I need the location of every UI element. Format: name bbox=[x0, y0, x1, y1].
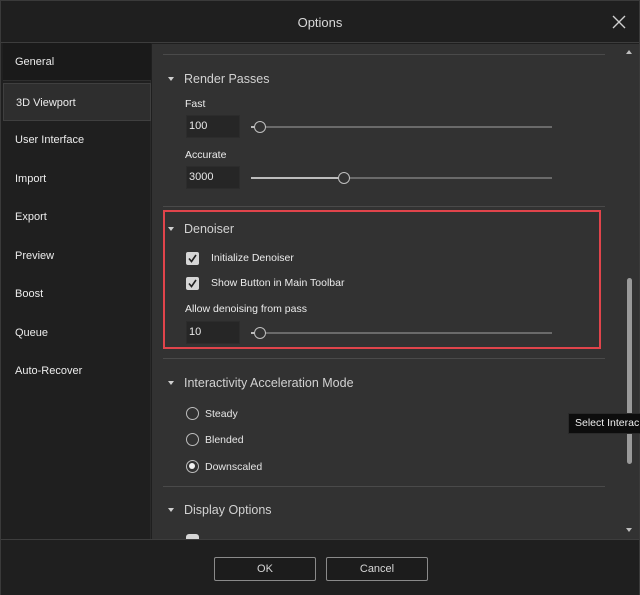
slider-track bbox=[251, 126, 552, 128]
sidebar-item-boost[interactable]: Boost bbox=[3, 275, 151, 313]
section-title: Render Passes bbox=[184, 72, 270, 86]
section-title: Display Options bbox=[184, 503, 272, 517]
sidebar-item-import[interactable]: Import bbox=[3, 160, 151, 198]
radio-steady[interactable] bbox=[186, 407, 199, 420]
denoise-from-pass-input[interactable]: 10 bbox=[186, 321, 240, 344]
accurate-label: Accurate bbox=[185, 149, 227, 161]
slider-thumb[interactable] bbox=[338, 172, 350, 184]
fast-label: Fast bbox=[185, 98, 206, 110]
sidebar: General 3D Viewport User Interface Impor… bbox=[1, 43, 151, 539]
radio-blended-label[interactable]: Blended bbox=[205, 434, 244, 446]
title-bar: Options bbox=[1, 1, 639, 43]
slider-fill bbox=[251, 177, 344, 179]
slider-thumb[interactable] bbox=[254, 327, 266, 339]
options-dialog: Options General 3D Viewport User Interfa… bbox=[0, 0, 640, 595]
collapse-triangle-icon bbox=[168, 227, 174, 231]
checkmark-icon bbox=[188, 254, 197, 263]
sidebar-item-queue[interactable]: Queue bbox=[3, 314, 151, 352]
show-button-toolbar-label[interactable]: Show Button in Main Toolbar bbox=[211, 277, 344, 289]
scrollbar-thumb[interactable] bbox=[627, 278, 632, 464]
show-button-toolbar-checkbox[interactable] bbox=[186, 277, 199, 290]
collapse-triangle-icon bbox=[168, 508, 174, 512]
section-interactivity-mode[interactable]: Interactivity Acceleration Mode bbox=[168, 374, 354, 392]
accurate-passes-slider[interactable] bbox=[251, 172, 552, 184]
section-display-options[interactable]: Display Options bbox=[168, 501, 272, 519]
collapse-triangle-icon bbox=[168, 381, 174, 385]
divider bbox=[163, 486, 605, 487]
section-title: Denoiser bbox=[184, 222, 235, 236]
cancel-button[interactable]: Cancel bbox=[326, 557, 428, 581]
accurate-passes-input[interactable]: 3000 bbox=[186, 166, 240, 189]
section-render-passes[interactable]: Render Passes bbox=[168, 70, 269, 88]
sidebar-item-user-interface[interactable]: User Interface bbox=[3, 121, 151, 159]
slider-track bbox=[251, 332, 552, 334]
slider-thumb[interactable] bbox=[254, 121, 266, 133]
sidebar-item-3d-viewport[interactable]: 3D Viewport bbox=[3, 83, 151, 121]
allow-denoising-label: Allow denoising from pass bbox=[185, 303, 307, 315]
denoise-from-pass-slider[interactable] bbox=[251, 327, 552, 339]
divider bbox=[163, 54, 605, 55]
sidebar-item-preview[interactable]: Preview bbox=[3, 237, 151, 275]
section-denoiser[interactable]: Denoiser bbox=[168, 220, 234, 238]
radio-downscaled[interactable] bbox=[186, 460, 199, 473]
dialog-title: Options bbox=[297, 15, 343, 30]
close-button[interactable] bbox=[610, 13, 628, 31]
sidebar-item-general[interactable]: General bbox=[3, 43, 151, 81]
checkmark-icon bbox=[188, 279, 197, 288]
dialog-footer: OK Cancel bbox=[1, 539, 639, 595]
sidebar-item-auto-recover[interactable]: Auto-Recover bbox=[3, 352, 151, 390]
ok-button[interactable]: OK bbox=[214, 557, 316, 581]
close-icon bbox=[612, 15, 626, 29]
fast-passes-input[interactable]: 100 bbox=[186, 115, 240, 138]
scroll-up-arrow-icon[interactable] bbox=[626, 50, 632, 54]
sidebar-item-export[interactable]: Export bbox=[3, 198, 151, 236]
initialize-denoiser-label[interactable]: Initialize Denoiser bbox=[211, 252, 294, 264]
fast-passes-slider[interactable] bbox=[251, 121, 552, 133]
divider bbox=[163, 206, 605, 207]
tooltip: Select Interac bbox=[568, 413, 640, 434]
divider bbox=[163, 358, 605, 359]
collapse-triangle-icon bbox=[168, 77, 174, 81]
initialize-denoiser-checkbox[interactable] bbox=[186, 252, 199, 265]
scroll-down-arrow-icon[interactable] bbox=[626, 528, 632, 532]
section-title: Interactivity Acceleration Mode bbox=[184, 376, 354, 390]
settings-panel: Render Passes Fast 100 Accurate 3000 Den… bbox=[152, 44, 639, 539]
radio-steady-label[interactable]: Steady bbox=[205, 408, 238, 420]
radio-downscaled-label[interactable]: Downscaled bbox=[205, 461, 262, 473]
radio-blended[interactable] bbox=[186, 433, 199, 446]
